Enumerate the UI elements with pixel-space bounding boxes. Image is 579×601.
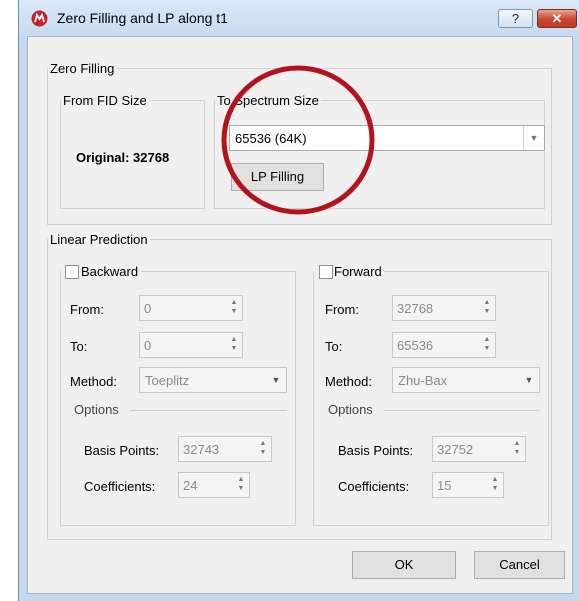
spin-arrows-icon[interactable]: ▲ ▼: [512, 439, 522, 457]
close-button[interactable]: ✕: [537, 9, 577, 28]
forward-basis-points-value: 32752: [437, 442, 474, 457]
help-button[interactable]: ?: [498, 9, 533, 28]
forward-coefficients-spinbox[interactable]: 15 ▲ ▼: [432, 472, 504, 498]
original-size-value: Original: 32768: [76, 150, 170, 165]
from-fid-size-legend: From FID Size: [63, 93, 147, 108]
forward-from-value: 32768: [397, 301, 434, 316]
dropdown-arrow-icon[interactable]: ▼: [519, 368, 539, 392]
forward-checkbox[interactable]: [319, 265, 333, 279]
backward-options-separator: [130, 410, 287, 411]
backward-from-label: From:: [70, 302, 104, 317]
backward-options-label: Options: [74, 402, 119, 417]
dropdown-arrow-icon[interactable]: ▼: [266, 368, 286, 392]
backward-to-spinbox[interactable]: 0 ▲ ▼: [139, 332, 243, 358]
forward-options-separator: [384, 410, 540, 411]
cancel-button[interactable]: Cancel: [474, 551, 565, 579]
forward-to-label: To:: [325, 339, 343, 354]
backward-from-spinbox[interactable]: 0 ▲ ▼: [139, 295, 243, 321]
backward-method-dropdown[interactable]: Toeplitz ▼: [139, 367, 287, 393]
forward-from-spinbox[interactable]: 32768 ▲ ▼: [392, 295, 496, 321]
backward-to-label: To:: [70, 339, 88, 354]
backward-basis-points-spinbox[interactable]: 32743 ▲ ▼: [178, 436, 272, 462]
ok-button[interactable]: OK: [352, 551, 456, 579]
backward-basis-points-value: 32743: [183, 442, 220, 457]
dropdown-arrow-icon[interactable]: ▼: [523, 126, 544, 150]
close-icon: ✕: [551, 11, 563, 26]
linear-prediction-legend: Linear Prediction: [50, 232, 148, 247]
forward-basis-points-label: Basis Points:: [338, 443, 414, 458]
forward-to-spinbox[interactable]: 65536 ▲ ▼: [392, 332, 496, 358]
forward-basis-points-spinbox[interactable]: 32752 ▲ ▼: [432, 436, 526, 462]
forward-options-label: Options: [328, 402, 373, 417]
forward-coefficients-value: 15: [437, 478, 452, 493]
title-bar[interactable]: Zero Filling and LP along t1 ? ✕: [19, 0, 579, 36]
backward-coefficients-label: Coefficients:: [84, 479, 156, 494]
spin-arrows-icon[interactable]: ▲ ▼: [229, 335, 239, 353]
spin-arrows-icon[interactable]: ▲ ▼: [229, 298, 239, 316]
backward-method-label: Method:: [70, 374, 117, 389]
backward-basis-points-label: Basis Points:: [84, 443, 160, 458]
zero-filling-legend: Zero Filling: [50, 61, 115, 76]
forward-to-value: 65536: [397, 338, 434, 353]
help-icon: ?: [511, 11, 520, 26]
spin-arrows-icon[interactable]: ▲ ▼: [258, 439, 268, 457]
backward-from-value: 0: [144, 301, 152, 316]
spin-arrows-icon[interactable]: ▲ ▼: [490, 475, 500, 493]
spin-arrows-icon[interactable]: ▲ ▼: [236, 475, 246, 493]
window-title: Zero Filling and LP along t1: [57, 10, 228, 26]
spin-arrows-icon[interactable]: ▲ ▼: [482, 298, 492, 316]
forward-method-value: Zhu-Bax: [398, 373, 448, 388]
forward-from-label: From:: [325, 302, 359, 317]
forward-method-dropdown[interactable]: Zhu-Bax ▼: [392, 367, 540, 393]
backward-to-value: 0: [144, 338, 152, 353]
backward-checkbox[interactable]: [65, 265, 79, 279]
spin-arrows-icon[interactable]: ▲ ▼: [482, 335, 492, 353]
app-logo-icon: [31, 10, 48, 27]
annotation-circle: [221, 65, 375, 215]
backward-coefficients-spinbox[interactable]: 24 ▲ ▼: [178, 472, 250, 498]
forward-coefficients-label: Coefficients:: [338, 479, 410, 494]
backward-method-value: Toeplitz: [145, 373, 190, 388]
forward-method-label: Method:: [325, 374, 372, 389]
backward-coefficients-value: 24: [183, 478, 198, 493]
